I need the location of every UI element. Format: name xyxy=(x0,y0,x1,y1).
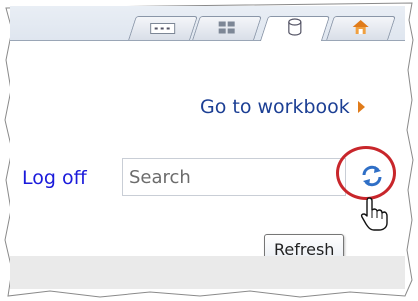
log-off-link[interactable]: Log off xyxy=(22,167,87,189)
database-icon xyxy=(287,18,303,40)
grid-icon xyxy=(218,19,236,38)
search-input[interactable] xyxy=(122,158,346,196)
tab-grid[interactable] xyxy=(192,16,262,40)
tab-list[interactable] xyxy=(128,16,198,40)
go-to-workbook-link[interactable]: Go to workbook xyxy=(200,96,365,118)
refresh-icon[interactable] xyxy=(360,164,384,188)
tab-home[interactable] xyxy=(326,16,396,40)
bottom-bar xyxy=(10,256,405,289)
home-icon xyxy=(352,19,370,39)
hand-cursor-icon xyxy=(360,196,390,232)
list-icon xyxy=(150,19,176,38)
tab-database[interactable] xyxy=(259,16,331,41)
tab-strip xyxy=(10,6,405,41)
arrow-right-icon xyxy=(357,101,365,113)
go-to-workbook-label: Go to workbook xyxy=(200,96,350,118)
page: Go to workbook Log off Refresh xyxy=(10,6,405,289)
